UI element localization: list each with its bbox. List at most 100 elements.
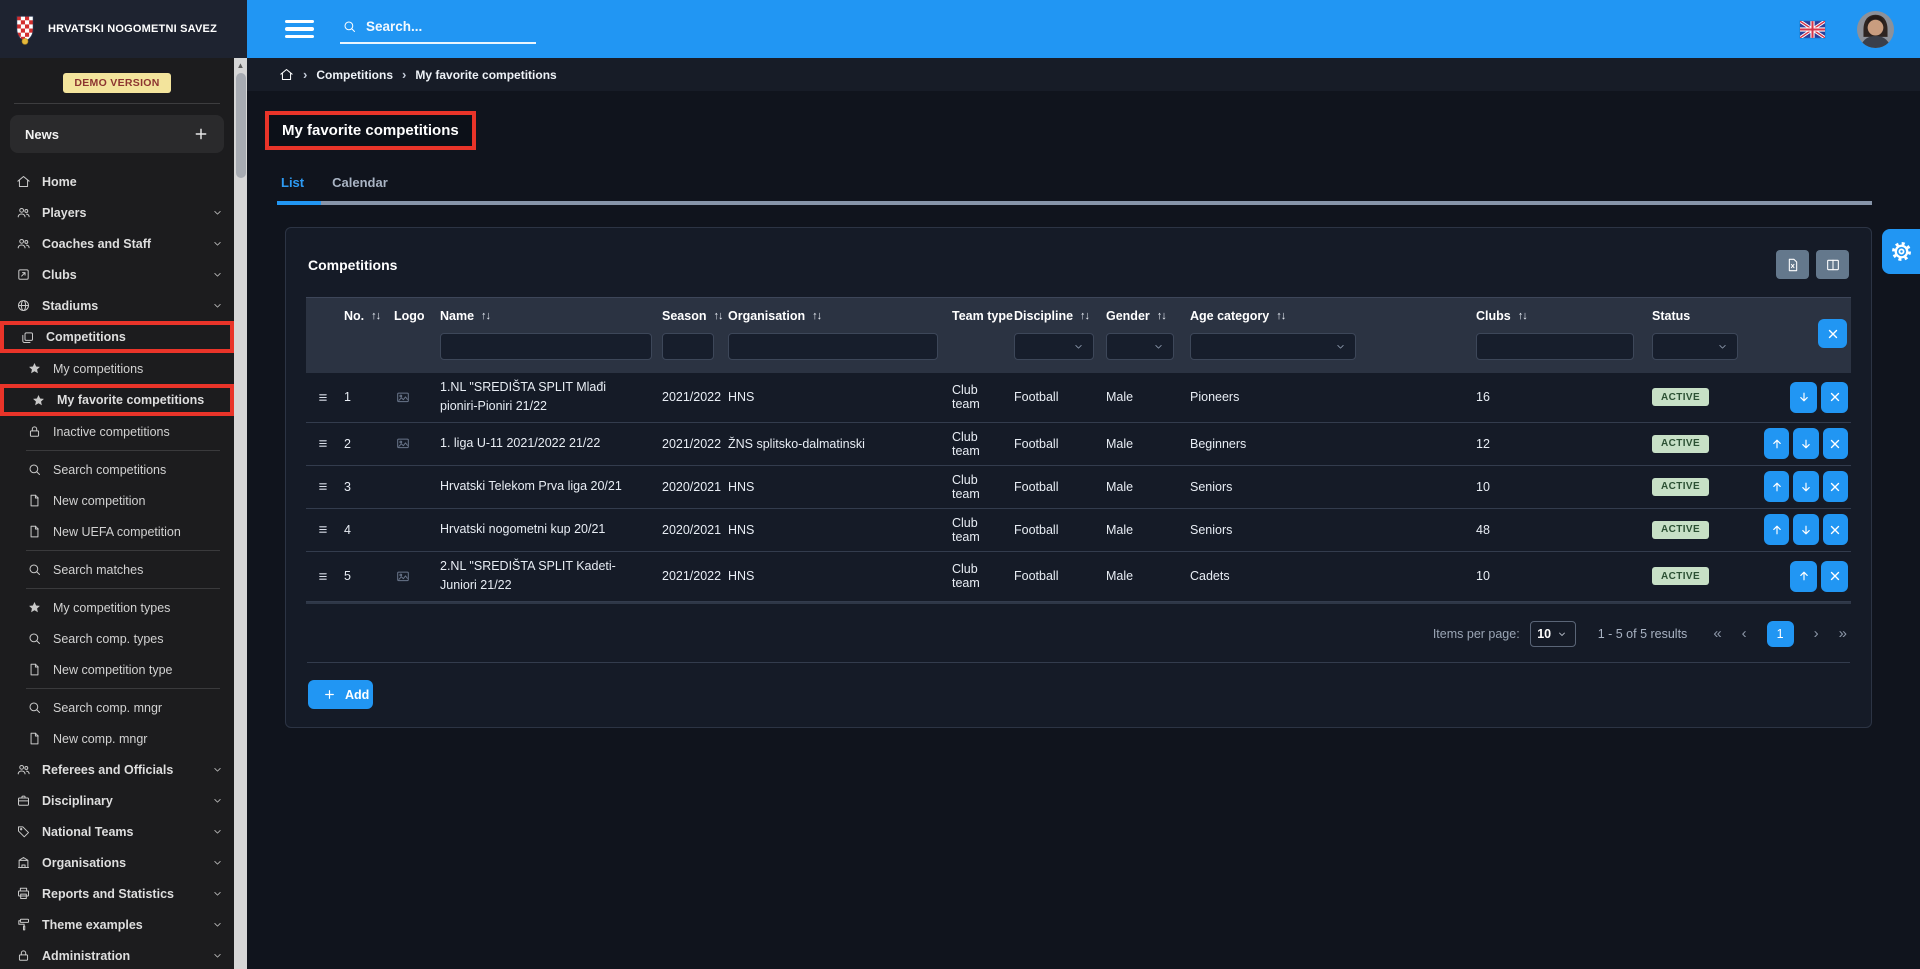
cell-age-category: Seniors xyxy=(1190,480,1476,494)
last-page-button[interactable]: » xyxy=(1839,626,1847,641)
sidebar-item[interactable]: Home xyxy=(0,166,234,197)
breadcrumb: › Competitions › My favorite competition… xyxy=(247,58,1920,91)
language-flag-uk[interactable] xyxy=(1800,21,1825,38)
items-per-page-select[interactable]: 10 xyxy=(1530,621,1576,647)
sidebar-item[interactable]: Administration xyxy=(0,940,234,969)
move-up-button[interactable] xyxy=(1764,471,1789,502)
first-page-button[interactable]: « xyxy=(1713,626,1721,641)
organisation-filter-input[interactable] xyxy=(728,333,938,360)
clubs-filter-input[interactable] xyxy=(1476,333,1634,360)
sidebar-logo[interactable]: HRVATSKI NOGOMETNI SAVEZ xyxy=(0,0,247,58)
sort-age-category[interactable]: ↑↓ xyxy=(1276,310,1285,322)
remove-favorite-button[interactable] xyxy=(1823,471,1848,502)
export-excel-button[interactable] xyxy=(1776,250,1809,279)
plus-icon[interactable] xyxy=(193,126,209,142)
arrow-up-icon xyxy=(1770,480,1784,494)
age-category-filter-select[interactable] xyxy=(1190,333,1356,360)
sidebar-item[interactable]: Theme examples xyxy=(0,909,234,940)
remove-favorite-button[interactable] xyxy=(1821,561,1848,592)
global-search-input[interactable]: Search... xyxy=(340,14,536,44)
page-number-button[interactable]: 1 xyxy=(1767,621,1794,647)
name-filter-input[interactable] xyxy=(440,333,652,360)
tab-calendar[interactable]: Calendar xyxy=(332,175,388,201)
season-filter-input[interactable] xyxy=(662,333,714,360)
theme-settings-button[interactable] xyxy=(1882,229,1920,274)
move-up-button[interactable] xyxy=(1764,514,1789,545)
sidebar-item[interactable]: New competition xyxy=(0,485,234,516)
user-avatar[interactable] xyxy=(1857,11,1894,48)
sidebar-item[interactable]: My competition types xyxy=(0,592,234,623)
breadcrumb-competitions[interactable]: Competitions xyxy=(316,68,393,82)
column-settings-button[interactable] xyxy=(1816,250,1849,279)
sidebar-item[interactable]: New competition type xyxy=(0,654,234,685)
sidebar-item[interactable]: Search comp. mngr xyxy=(0,692,234,723)
move-up-button[interactable] xyxy=(1790,561,1817,592)
sidebar-item[interactable]: National Teams xyxy=(0,816,234,847)
sidebar-item[interactable]: Stadiums xyxy=(0,290,234,321)
sidebar-item[interactable]: My favorite competitions xyxy=(0,384,234,416)
discipline-filter-select[interactable] xyxy=(1014,333,1094,360)
status-filter-select[interactable] xyxy=(1652,333,1738,360)
chevron-down-icon xyxy=(1334,340,1347,353)
add-button[interactable]: Add xyxy=(308,680,373,709)
move-up-button[interactable] xyxy=(1764,428,1789,459)
status-badge: ACTIVE xyxy=(1652,478,1709,496)
chevron-down-icon xyxy=(1152,340,1165,353)
sidebar-item[interactable]: Players xyxy=(0,197,234,228)
status-badge: ACTIVE xyxy=(1652,521,1709,539)
row-drag-icon[interactable] xyxy=(317,480,330,493)
sort-gender[interactable]: ↑↓ xyxy=(1157,310,1166,322)
sidebar-item[interactable]: Organisations xyxy=(0,847,234,878)
sort-no[interactable]: ↑↓ xyxy=(371,310,380,322)
sort-name[interactable]: ↑↓ xyxy=(481,310,490,322)
sidebar-item[interactable]: New comp. mngr xyxy=(0,723,234,754)
sort-discipline[interactable]: ↑↓ xyxy=(1080,310,1089,322)
row-actions xyxy=(1764,561,1851,592)
scrollbar-up-arrow[interactable]: ▲ xyxy=(234,60,247,72)
competition-logo-placeholder xyxy=(394,390,412,405)
remove-favorite-button[interactable] xyxy=(1823,514,1848,545)
sidebar-scrollbar[interactable]: ▲ xyxy=(234,58,247,969)
org-name: HRVATSKI NOGOMETNI SAVEZ xyxy=(48,23,217,35)
sidebar-item[interactable]: Reports and Statistics xyxy=(0,878,234,909)
sidebar-item[interactable]: Search competitions xyxy=(0,454,234,485)
remove-favorite-button[interactable] xyxy=(1823,428,1848,459)
next-page-button[interactable]: › xyxy=(1814,626,1819,641)
table-row: 3 Hrvatski Telekom Prva liga 20/21 2020/… xyxy=(306,466,1851,509)
sort-organisation[interactable]: ↑↓ xyxy=(812,310,821,322)
sort-season[interactable]: ↑↓ xyxy=(713,310,722,322)
remove-favorite-button[interactable] xyxy=(1821,382,1848,413)
scrollbar-thumb[interactable] xyxy=(236,73,246,178)
sidebar-item[interactable]: New UEFA competition xyxy=(0,516,234,547)
sidebar-item[interactable]: Search comp. types xyxy=(0,623,234,654)
move-down-button[interactable] xyxy=(1793,514,1818,545)
row-drag-icon[interactable] xyxy=(317,523,330,536)
move-down-button[interactable] xyxy=(1790,382,1817,413)
sort-clubs[interactable]: ↑↓ xyxy=(1518,310,1527,322)
sidebar-item[interactable]: My competitions xyxy=(0,353,234,384)
prev-page-button[interactable]: ‹ xyxy=(1742,626,1747,641)
move-down-button[interactable] xyxy=(1793,471,1818,502)
gender-filter-select[interactable] xyxy=(1106,333,1174,360)
menu-toggle-button[interactable] xyxy=(285,20,314,39)
cell-organisation: HNS xyxy=(728,523,952,537)
move-down-button[interactable] xyxy=(1793,428,1818,459)
sidebar-item[interactable]: Search matches xyxy=(0,554,234,585)
gear-icon xyxy=(1890,240,1913,263)
sidebar-item[interactable]: Inactive competitions xyxy=(0,416,234,447)
sidebar-item[interactable]: Competitions xyxy=(0,321,234,353)
search-icon xyxy=(27,562,42,577)
home-icon[interactable] xyxy=(279,67,294,82)
sidebar-item[interactable]: Coaches and Staff xyxy=(0,228,234,259)
news-panel[interactable]: News xyxy=(10,115,224,153)
sidebar-item[interactable]: Clubs xyxy=(0,259,234,290)
row-drag-icon[interactable] xyxy=(317,570,330,583)
row-drag-icon[interactable] xyxy=(317,391,330,404)
tab-list[interactable]: List xyxy=(281,175,304,201)
sidebar-item[interactable]: Disciplinary xyxy=(0,785,234,816)
row-drag-icon[interactable] xyxy=(317,437,330,450)
chevron-down-icon xyxy=(211,763,224,776)
breadcrumb-current[interactable]: My favorite competitions xyxy=(415,68,556,82)
clear-filters-button[interactable] xyxy=(1818,319,1847,348)
sidebar-item[interactable]: Referees and Officials xyxy=(0,754,234,785)
